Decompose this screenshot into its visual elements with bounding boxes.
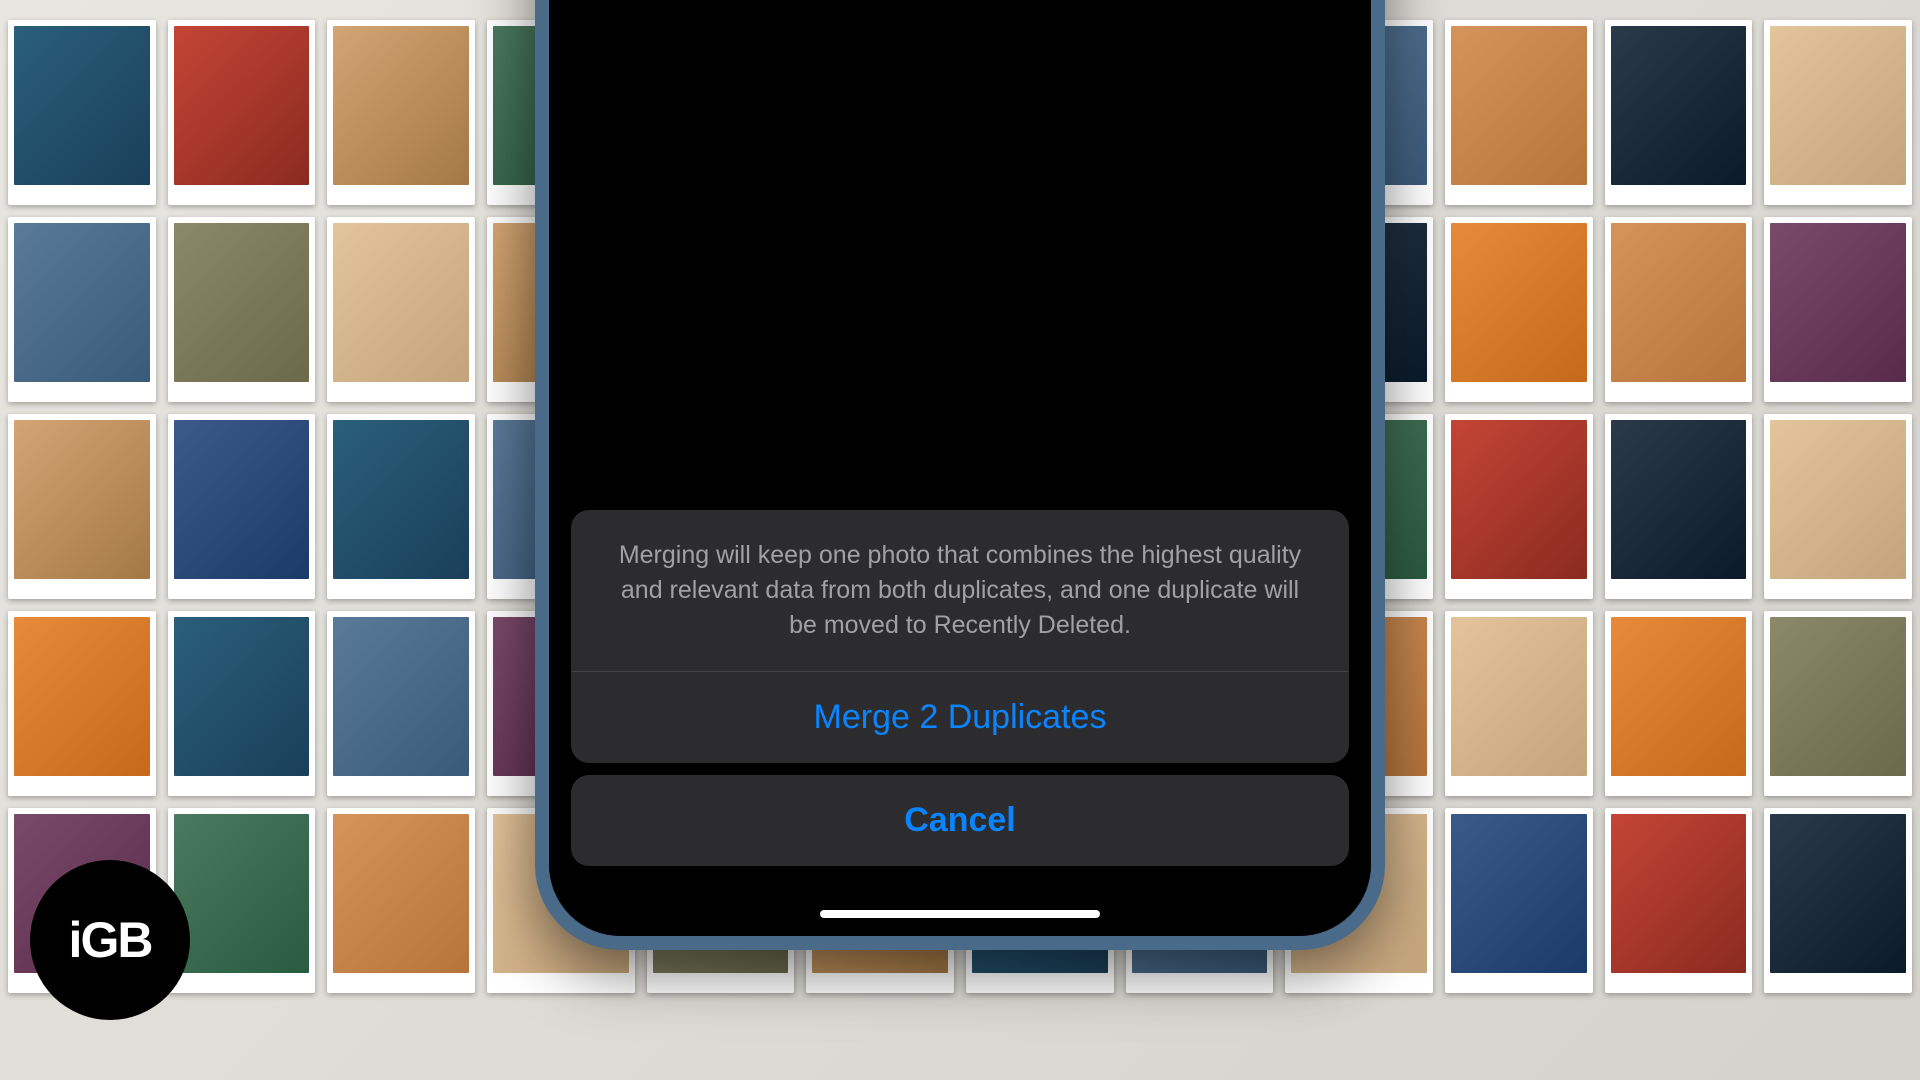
cancel-button[interactable]: Cancel [571,775,1349,866]
polaroid-thumbnail [327,611,475,796]
polaroid-thumbnail [1764,414,1912,599]
polaroid-thumbnail [168,217,316,402]
polaroid-thumbnail [1445,414,1593,599]
polaroid-thumbnail [1445,808,1593,993]
polaroid-thumbnail [1445,20,1593,205]
polaroid-thumbnail [1605,20,1753,205]
polaroid-thumbnail [1605,611,1753,796]
iphone-device-frame: Merging will keep one photo that combine… [535,0,1385,950]
iphone-screen: Merging will keep one photo that combine… [549,0,1371,936]
polaroid-thumbnail [327,808,475,993]
polaroid-thumbnail [168,611,316,796]
polaroid-thumbnail [1764,808,1912,993]
polaroid-thumbnail [1764,217,1912,402]
polaroid-thumbnail [1445,217,1593,402]
polaroid-thumbnail [327,20,475,205]
polaroid-thumbnail [168,20,316,205]
home-indicator[interactable] [820,910,1100,918]
polaroid-thumbnail [8,414,156,599]
polaroid-thumbnail [8,217,156,402]
igb-watermark-logo: iGB [30,860,190,1020]
polaroid-thumbnail [1605,217,1753,402]
polaroid-thumbnail [8,611,156,796]
action-sheet-main-group: Merging will keep one photo that combine… [571,510,1349,763]
polaroid-thumbnail [1605,808,1753,993]
action-sheet-description: Merging will keep one photo that combine… [571,510,1349,672]
merge-duplicates-button[interactable]: Merge 2 Duplicates [571,672,1349,763]
polaroid-thumbnail [1764,611,1912,796]
polaroid-thumbnail [168,808,316,993]
polaroid-thumbnail [8,20,156,205]
polaroid-thumbnail [1764,20,1912,205]
igb-logo-text: iGB [69,911,152,969]
polaroid-thumbnail [168,414,316,599]
action-sheet: Merging will keep one photo that combine… [571,510,1349,866]
polaroid-thumbnail [1605,414,1753,599]
polaroid-thumbnail [327,414,475,599]
polaroid-thumbnail [327,217,475,402]
polaroid-thumbnail [1445,611,1593,796]
